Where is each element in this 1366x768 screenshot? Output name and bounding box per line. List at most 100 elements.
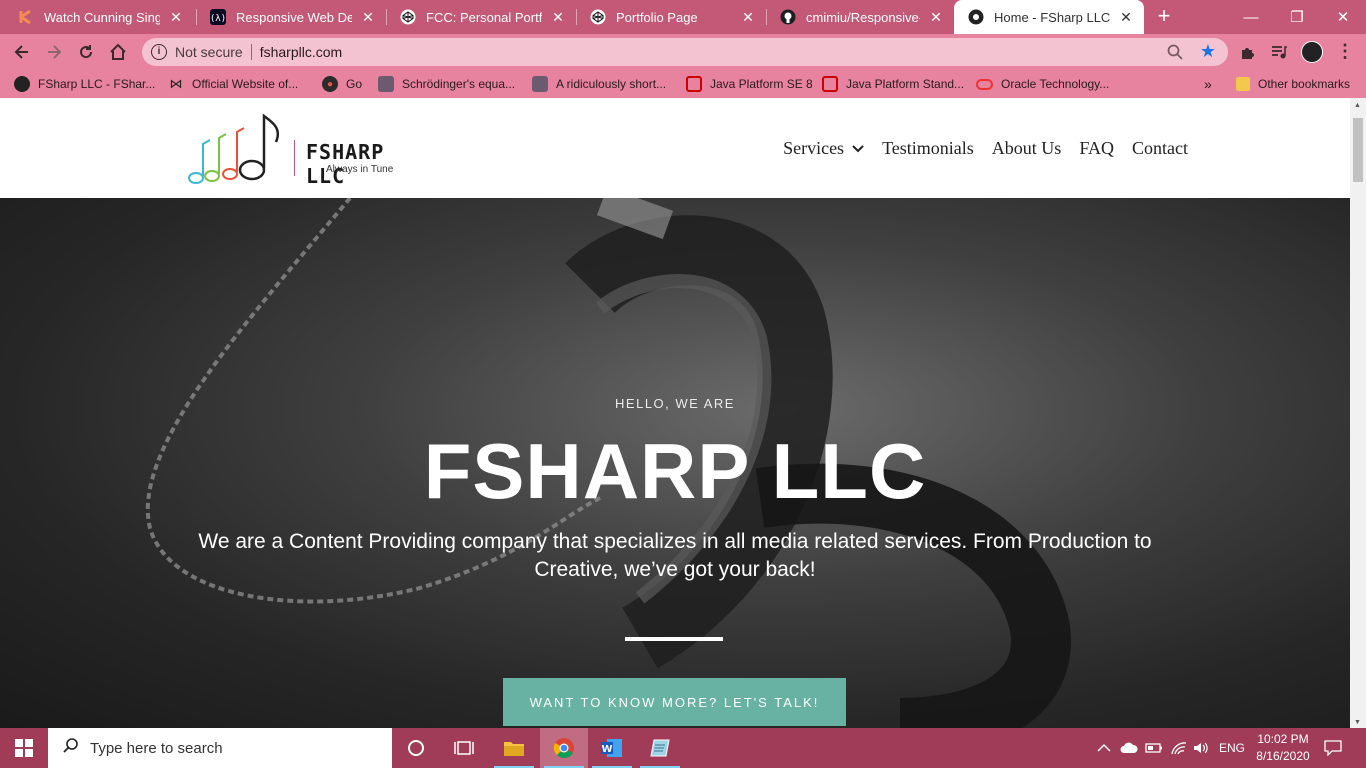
bookmarks-overflow-button[interactable]: » [1204, 70, 1212, 98]
scroll-down-arrow-icon[interactable]: ▼ [1354, 719, 1361, 726]
github-icon [780, 9, 796, 25]
language-indicator[interactable]: ENG [1219, 728, 1245, 768]
back-button[interactable] [10, 40, 34, 64]
bookmark-item[interactable]: Java Platform SE 8 [686, 70, 813, 98]
media-control-icon[interactable] [1269, 42, 1289, 62]
chrome-button[interactable] [540, 728, 588, 768]
bookmark-star-icon[interactable]: ★ [1200, 41, 1216, 62]
tab-title: Portfolio Page [616, 9, 698, 25]
battery-tray[interactable] [1145, 728, 1163, 768]
other-bookmarks[interactable]: Other bookmarks [1236, 70, 1350, 98]
clock[interactable]: 10:02 PM 8/16/2020 [1252, 731, 1314, 765]
show-hidden-icons[interactable] [1097, 728, 1111, 768]
hero-description: We are a Content Providing company that … [198, 530, 1152, 581]
bookmark-item[interactable]: FSharp LLC - FShar... [14, 70, 155, 98]
bookmarks-bar: FSharp LLC - FShar... ⋈ Official Website… [0, 70, 1366, 98]
close-window-button[interactable]: ✕ [1320, 0, 1366, 34]
ribbon-icon: ⋈ [169, 76, 183, 91]
browser-tab-strip: Watch Cunning Single L ✕ (λ) Responsive … [0, 0, 1366, 34]
volume-tray[interactable] [1192, 728, 1210, 768]
close-icon[interactable]: ✕ [360, 9, 376, 26]
taskbar-search[interactable]: Type here to search [48, 728, 392, 768]
tab-title: Responsive Web Design [236, 9, 352, 25]
nav-contact[interactable]: Contact [1132, 138, 1188, 159]
bookmark-item[interactable]: ● Go [322, 70, 362, 98]
url-text[interactable]: fsharpllc.com [260, 44, 342, 60]
oracle-ring-icon [976, 78, 993, 90]
task-view-button[interactable] [440, 728, 488, 768]
codepen-icon [590, 9, 606, 25]
windows-logo-icon [15, 739, 33, 757]
tab-3[interactable]: Portfolio Page ✕ [576, 0, 766, 34]
site-logo[interactable]: FSHARP LLC Always in Tune [186, 112, 426, 188]
scroll-up-arrow-icon[interactable]: ▲ [1354, 102, 1361, 109]
close-icon[interactable]: ✕ [928, 9, 944, 26]
file-explorer-button[interactable] [490, 728, 538, 768]
reload-button[interactable] [74, 40, 98, 64]
bookmark-item[interactable]: ⋈ Official Website of... [168, 70, 299, 98]
wifi-icon [1171, 742, 1187, 755]
profile-avatar[interactable] [1301, 41, 1323, 63]
close-icon[interactable]: ✕ [1118, 9, 1134, 26]
hero-kicker: HELLO, WE ARE [615, 396, 735, 411]
hero-section: HELLO, WE ARE FSHARP LLC We are a Conten… [0, 198, 1350, 728]
wifi-tray[interactable] [1170, 728, 1188, 768]
bookmark-label: FSharp LLC - FShar... [38, 77, 156, 91]
nav-testimonials[interactable]: Testimonials [882, 138, 974, 159]
bookmark-item[interactable]: Java Platform Stand... [822, 70, 964, 98]
chevron-down-icon [852, 144, 864, 152]
scroll-thumb[interactable] [1353, 118, 1363, 182]
nav-label: Testimonials [882, 138, 974, 158]
cortana-button[interactable] [392, 728, 440, 768]
address-bar[interactable]: i Not secure fsharpllc.com ★ [142, 38, 1228, 66]
tab-1[interactable]: (λ) Responsive Web Design ✕ [196, 0, 386, 34]
onedrive-tray[interactable] [1120, 728, 1138, 768]
nav-services[interactable]: Services [783, 138, 864, 159]
contact-cta-button[interactable]: WANT TO KNOW MORE? LET'S TALK! [503, 678, 846, 726]
svg-text:W: W [601, 744, 612, 755]
svg-text:(λ): (λ) [210, 14, 226, 24]
bookmark-item[interactable]: Oracle Technology... [976, 70, 1109, 98]
word-icon: W [601, 739, 622, 757]
nav-label: Contact [1132, 138, 1188, 158]
hero-title: FSHARP LLC [423, 427, 927, 515]
new-tab-button[interactable]: + [1152, 5, 1176, 29]
zoom-icon[interactable] [1166, 43, 1184, 61]
start-button[interactable] [0, 728, 48, 768]
nav-about-us[interactable]: About Us [992, 138, 1062, 159]
tab-0[interactable]: Watch Cunning Single L ✕ [4, 0, 194, 34]
action-center-button[interactable] [1324, 728, 1342, 768]
notepad-button[interactable] [636, 728, 684, 768]
folder-icon [1236, 77, 1250, 91]
fsharp-icon [14, 76, 30, 92]
tab-4[interactable]: cmimiu/Responsive-We ✕ [766, 0, 954, 34]
home-button[interactable] [106, 40, 130, 64]
battery-icon [1145, 743, 1162, 753]
bookmark-item[interactable]: A ridiculously short... [532, 70, 666, 98]
close-icon[interactable]: ✕ [740, 9, 756, 26]
extensions-icon[interactable] [1238, 42, 1258, 62]
close-icon[interactable]: ✕ [550, 9, 566, 26]
tab-5-active[interactable]: Home - FSharp LLC ✕ [954, 0, 1144, 34]
site-header: FSHARP LLC Always in Tune Services Testi… [0, 98, 1350, 198]
speaker-icon [1194, 742, 1208, 754]
cortana-icon [408, 740, 424, 756]
bookmark-label: Java Platform SE 8 [710, 77, 813, 91]
page-scrollbar[interactable]: ▲ ▼ [1350, 98, 1366, 728]
tab-title: FCC: Personal Portfolio [426, 9, 542, 25]
word-button[interactable]: W [588, 728, 636, 768]
close-icon[interactable]: ✕ [168, 9, 184, 26]
bookmark-label: Java Platform Stand... [846, 77, 965, 91]
bookmark-item[interactable]: Schrödinger's equa... [378, 70, 515, 98]
cloud-icon [1120, 742, 1138, 753]
restore-button[interactable]: ❐ [1274, 0, 1320, 34]
minimize-button[interactable]: — [1228, 0, 1274, 34]
tab-title: cmimiu/Responsive-We [806, 9, 920, 25]
nav-faq[interactable]: FAQ [1079, 138, 1114, 159]
tab-2[interactable]: FCC: Personal Portfolio ✕ [386, 0, 576, 34]
nav-label: FAQ [1079, 138, 1114, 158]
more-menu-icon[interactable]: ⋮ [1336, 42, 1354, 62]
info-icon[interactable]: i [151, 44, 167, 60]
forward-button[interactable] [42, 40, 66, 64]
chevron-up-icon [1097, 743, 1111, 752]
